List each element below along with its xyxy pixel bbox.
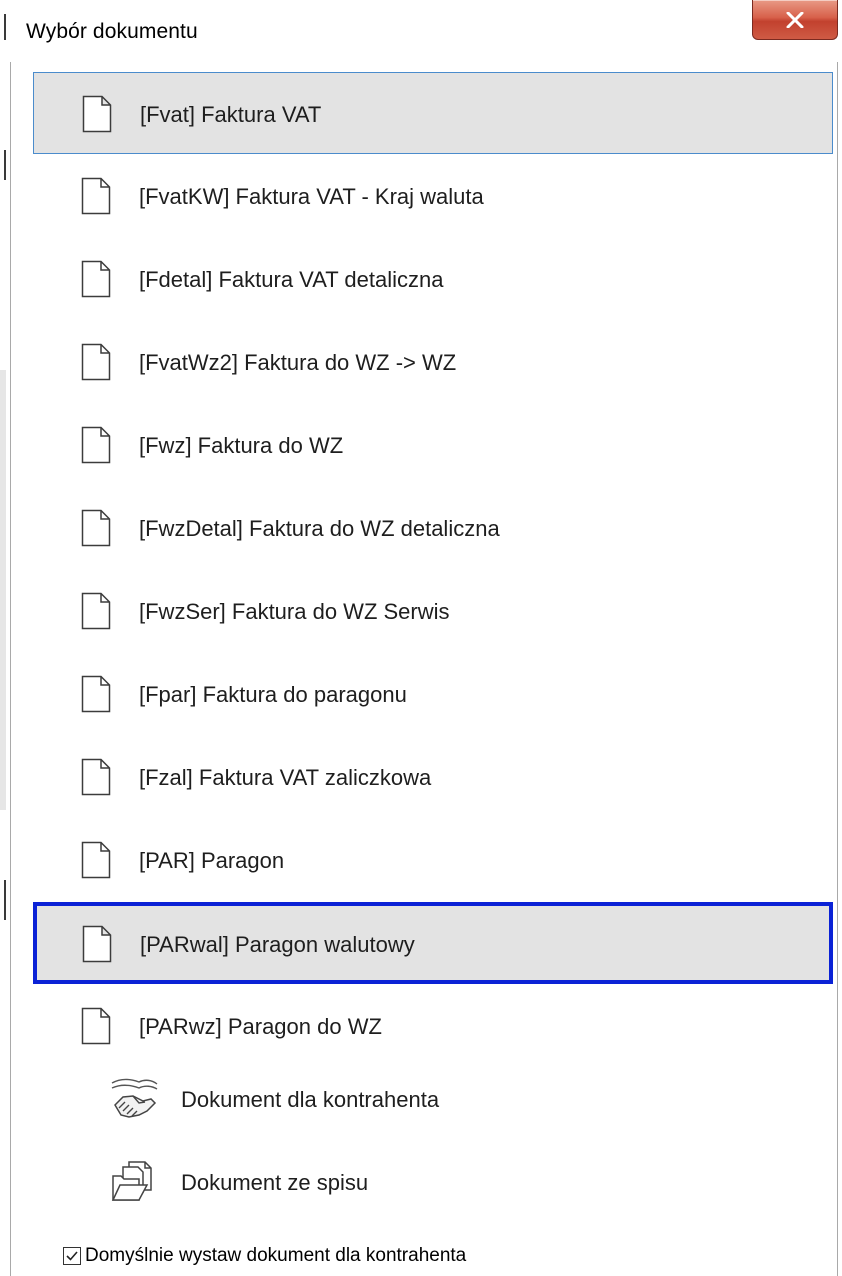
document-icon — [82, 925, 112, 963]
document-icon — [81, 260, 111, 298]
checkmark-icon — [66, 1251, 78, 1261]
document-type-label: [PAR] Paragon — [139, 848, 285, 873]
document-type-label: [Fwz] Faktura do WZ — [139, 433, 344, 458]
default-contractor-label: Domyślnie wystaw dokument dla kontrahent… — [85, 1245, 467, 1266]
contractor-document-option[interactable]: Dokument dla kontrahenta — [33, 1065, 833, 1131]
list-document-option[interactable]: Dokument ze spisu — [33, 1148, 833, 1214]
dialog-title: Wybór dokumentu — [26, 20, 198, 43]
close-x-icon — [786, 11, 804, 28]
document-icon — [81, 758, 111, 796]
document-type-label: [PARwal] Paragon walutowy — [140, 932, 415, 957]
background-window-mark — [4, 880, 6, 920]
extra-option-label: Dokument ze spisu — [181, 1170, 369, 1195]
background-window-mark — [4, 14, 6, 40]
title-bar: Wybór dokumentu — [10, 0, 838, 62]
handshake-icon — [111, 1078, 158, 1118]
document-icon — [81, 675, 111, 713]
document-type-item[interactable]: [Fzal] Faktura VAT zaliczkowa — [33, 736, 833, 818]
document-type-item[interactable]: [PAR] Paragon — [33, 819, 833, 901]
document-icon — [81, 426, 111, 464]
background-window-edge — [0, 0, 9, 1276]
document-type-label: [Fvat] Faktura VAT — [140, 102, 322, 127]
close-button[interactable] — [752, 0, 838, 40]
open-folder-icon — [111, 1161, 152, 1201]
document-icon — [81, 841, 111, 879]
document-type-item[interactable]: [Fwz] Faktura do WZ — [33, 404, 833, 486]
document-type-item[interactable]: [FwzDetal] Faktura do WZ detaliczna — [33, 487, 833, 569]
document-type-item[interactable]: [PARwal] Paragon walutowy — [33, 902, 833, 984]
document-list-panel: [Fvat] Faktura VAT [FvatKW] Faktura VAT -… — [10, 62, 838, 1276]
background-window-shade — [0, 370, 6, 810]
document-type-label: [Fpar] Faktura do paragonu — [139, 682, 407, 707]
default-contractor-checkbox[interactable] — [63, 1247, 81, 1265]
document-type-item[interactable]: [Fvat] Faktura VAT — [33, 72, 833, 154]
document-type-label: [FvatKW] Faktura VAT - Kraj waluta — [139, 184, 484, 209]
document-type-label: [Fzal] Faktura VAT zaliczkowa — [139, 765, 432, 790]
document-icon — [81, 343, 111, 381]
document-type-label: [FvatWz2] Faktura do WZ -> WZ — [139, 350, 457, 375]
document-type-item[interactable]: [Fdetal] Faktura VAT detaliczna — [33, 238, 833, 320]
document-selection-dialog: Wybór dokumentu [Fvat] Faktura VAT [FvatK… — [10, 0, 838, 1276]
document-type-label: [PARwz] Paragon do WZ — [139, 1014, 382, 1039]
document-type-item[interactable]: [Fpar] Faktura do paragonu — [33, 653, 833, 735]
document-type-label: [FwzSer] Faktura do WZ Serwis — [139, 599, 450, 624]
document-type-label: [Fdetal] Faktura VAT detaliczna — [139, 267, 444, 292]
document-icon — [81, 592, 111, 630]
document-type-item[interactable]: [FvatWz2] Faktura do WZ -> WZ — [33, 321, 833, 403]
document-type-item[interactable]: [FvatKW] Faktura VAT - Kraj waluta — [33, 155, 833, 237]
extra-option-label: Dokument dla kontrahenta — [181, 1087, 440, 1112]
default-contractor-option[interactable]: Domyślnie wystaw dokument dla kontrahent… — [63, 1242, 466, 1270]
document-icon — [81, 509, 111, 547]
document-icon — [81, 177, 111, 215]
document-type-label: [FwzDetal] Faktura do WZ detaliczna — [139, 516, 500, 541]
background-window-mark — [4, 150, 6, 180]
document-icon — [81, 1007, 111, 1045]
document-icon — [82, 95, 112, 133]
document-type-item[interactable]: [PARwz] Paragon do WZ — [33, 985, 833, 1067]
document-type-item[interactable]: [FwzSer] Faktura do WZ Serwis — [33, 570, 833, 652]
